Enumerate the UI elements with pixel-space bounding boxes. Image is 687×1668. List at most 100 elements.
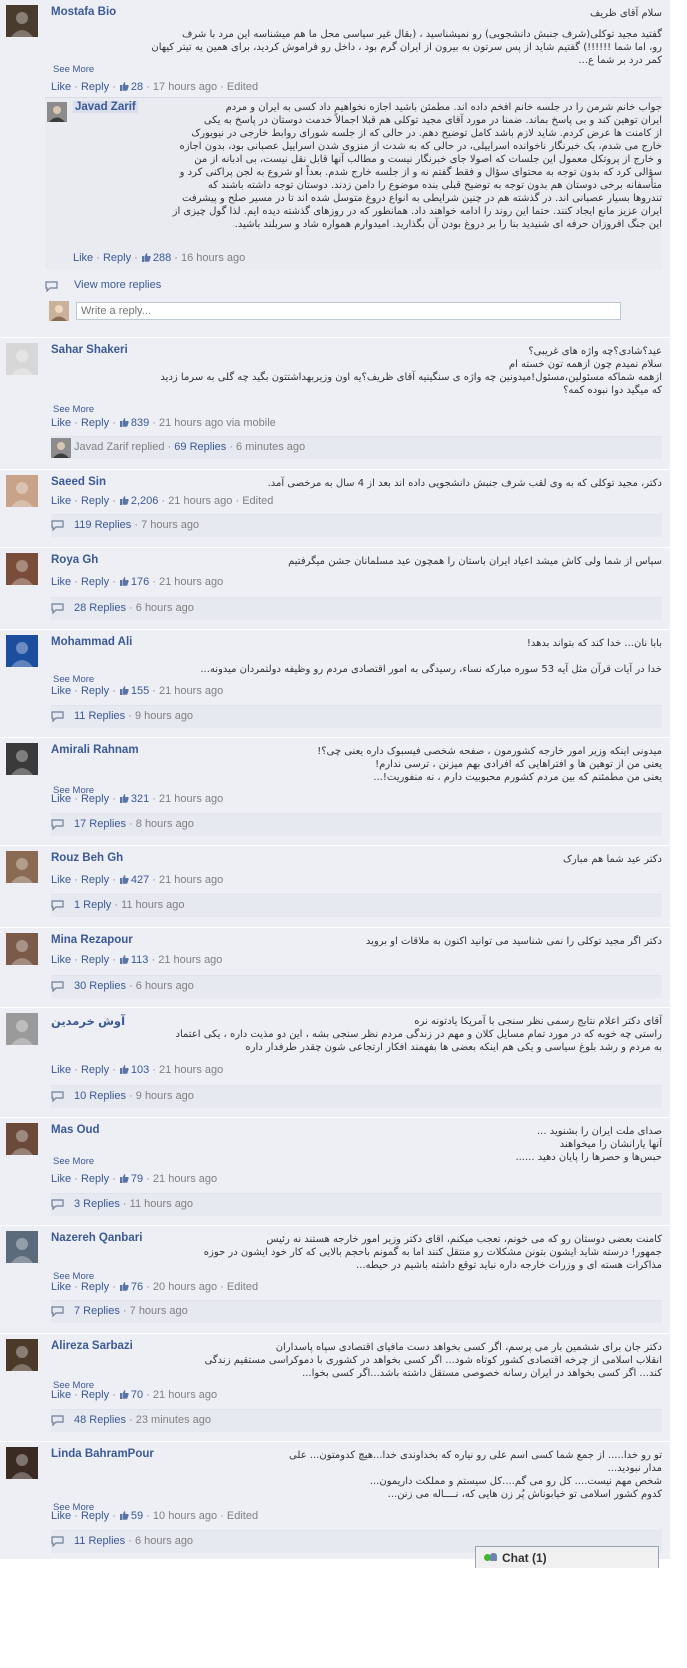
edited-label[interactable]: Edited bbox=[227, 1281, 258, 1293]
replies-count-link[interactable]: 1 Reply bbox=[74, 899, 111, 911]
like-link[interactable]: Like bbox=[51, 685, 71, 697]
like-count[interactable]: 176 bbox=[131, 576, 149, 588]
reply-link[interactable]: Reply bbox=[103, 252, 131, 264]
like-count[interactable]: 2,206 bbox=[131, 495, 159, 507]
commenter-name[interactable]: Roya Gh bbox=[51, 554, 98, 566]
reply-link[interactable]: Reply bbox=[81, 685, 109, 697]
commenter-name[interactable]: آوش خرمدین bbox=[51, 1014, 125, 1028]
avatar[interactable] bbox=[6, 1447, 38, 1479]
avatar[interactable] bbox=[6, 1013, 38, 1045]
reply-link[interactable]: Reply bbox=[81, 1510, 109, 1522]
comment-time[interactable]: 21 hours ago bbox=[153, 1389, 217, 1401]
like-link[interactable]: Like bbox=[51, 1064, 71, 1076]
reply-link[interactable]: Reply bbox=[81, 1173, 109, 1185]
avatar[interactable] bbox=[6, 1339, 38, 1371]
view-more-replies-link[interactable]: View more replies bbox=[74, 279, 161, 291]
reply-link[interactable]: Reply bbox=[81, 874, 109, 886]
reply-input[interactable] bbox=[76, 302, 621, 320]
replied-by[interactable]: Javad Zarif replied bbox=[74, 441, 165, 453]
view-more-replies[interactable]: View more replies bbox=[45, 276, 662, 298]
like-link[interactable]: Like bbox=[51, 1173, 71, 1185]
replies-count-link[interactable]: 17 Replies bbox=[74, 818, 126, 830]
like-link[interactable]: Like bbox=[51, 954, 71, 966]
avatar[interactable] bbox=[6, 933, 38, 965]
like-link[interactable]: Like bbox=[51, 1281, 71, 1293]
avatar[interactable] bbox=[6, 1231, 38, 1263]
replies-row[interactable]: 10 Replies · 9 hours ago bbox=[51, 1085, 662, 1108]
avatar[interactable] bbox=[6, 851, 38, 883]
reply-link[interactable]: Reply bbox=[81, 1281, 109, 1293]
see-more-link[interactable]: See More bbox=[53, 1156, 94, 1167]
replies-count-link[interactable]: 11 Replies bbox=[74, 710, 125, 722]
reply-link[interactable]: Reply bbox=[81, 81, 109, 93]
like-link[interactable]: Like bbox=[51, 495, 71, 507]
see-more-link[interactable]: See More bbox=[53, 674, 94, 685]
replies-count-link[interactable]: 3 Replies bbox=[74, 1198, 120, 1210]
replies-count-link[interactable]: 48 Replies bbox=[74, 1414, 126, 1426]
edited-label[interactable]: Edited bbox=[227, 81, 258, 93]
like-link[interactable]: Like bbox=[51, 417, 71, 429]
like-count[interactable]: 155 bbox=[131, 685, 149, 697]
avatar[interactable] bbox=[6, 1123, 38, 1155]
replies-row[interactable]: Javad Zarif replied · 69 Replies · 6 min… bbox=[51, 436, 662, 459]
commenter-name[interactable]: Linda BahramPour bbox=[51, 1448, 154, 1460]
comment-time[interactable]: 21 hours ago bbox=[159, 576, 223, 588]
replies-count-link[interactable]: 7 Replies bbox=[74, 1305, 120, 1317]
avatar[interactable] bbox=[6, 553, 38, 585]
like-link[interactable]: Like bbox=[73, 252, 93, 264]
like-link[interactable]: Like bbox=[51, 576, 71, 588]
replies-row[interactable]: 7 Replies · 7 hours ago bbox=[51, 1300, 662, 1323]
comment-time[interactable]: 21 hours ago bbox=[159, 1064, 223, 1076]
commenter-name[interactable]: Rouz Beh Gh bbox=[51, 852, 123, 864]
commenter-name[interactable]: Amirali Rahnam bbox=[51, 744, 139, 756]
avatar[interactable] bbox=[6, 343, 38, 375]
commenter-name[interactable]: Mostafa Bio bbox=[51, 6, 116, 18]
like-link[interactable]: Like bbox=[51, 874, 71, 886]
like-count[interactable]: 839 bbox=[131, 417, 149, 429]
commenter-name[interactable]: Alireza Sarbazi bbox=[51, 1340, 133, 1352]
like-link[interactable]: Like bbox=[51, 1510, 71, 1522]
commenter-name[interactable]: Nazereh Qanbari bbox=[51, 1232, 142, 1244]
replies-count-link[interactable]: 10 Replies bbox=[74, 1090, 126, 1102]
replies-row[interactable]: 30 Replies · 6 hours ago bbox=[51, 975, 662, 998]
reply-link[interactable]: Reply bbox=[81, 417, 109, 429]
comment-time[interactable]: 16 hours ago bbox=[181, 252, 245, 264]
commenter-name[interactable]: Mas Oud bbox=[51, 1124, 100, 1136]
avatar[interactable] bbox=[6, 5, 38, 37]
see-more-link[interactable]: See More bbox=[53, 64, 94, 75]
replies-row[interactable]: 48 Replies · 23 minutes ago bbox=[51, 1409, 662, 1432]
replies-row[interactable]: 11 Replies · 9 hours ago bbox=[51, 705, 662, 728]
replies-count-link[interactable]: 28 Replies bbox=[74, 602, 126, 614]
comment-time[interactable]: 17 hours ago bbox=[153, 81, 217, 93]
like-count[interactable]: 321 bbox=[131, 793, 149, 805]
replies-row[interactable]: 28 Replies · 6 hours ago bbox=[51, 597, 662, 620]
like-count[interactable]: 79 bbox=[131, 1173, 143, 1185]
reply-link[interactable]: Reply bbox=[81, 793, 109, 805]
replies-count-link[interactable]: 11 Replies bbox=[74, 1535, 125, 1547]
commenter-name[interactable]: Saeed Sin bbox=[51, 476, 106, 488]
edited-label[interactable]: Edited bbox=[242, 495, 273, 507]
like-count[interactable]: 288 bbox=[153, 252, 171, 264]
comment-time[interactable]: 20 hours ago bbox=[153, 1281, 217, 1293]
like-link[interactable]: Like bbox=[51, 81, 71, 93]
commenter-name[interactable]: Mina Rezapour bbox=[51, 934, 133, 946]
like-count[interactable]: 113 bbox=[131, 954, 149, 966]
like-count[interactable]: 427 bbox=[131, 874, 149, 886]
replies-row[interactable]: 119 Replies · 7 hours ago bbox=[51, 514, 662, 537]
comment-time[interactable]: 21 hours ago bbox=[158, 954, 222, 966]
like-link[interactable]: Like bbox=[51, 793, 71, 805]
avatar[interactable] bbox=[6, 743, 38, 775]
like-count[interactable]: 76 bbox=[131, 1281, 143, 1293]
comment-time[interactable]: 21 hours ago bbox=[168, 495, 232, 507]
replies-count-link[interactable]: 119 Replies bbox=[74, 519, 131, 531]
replies-count-link[interactable]: 30 Replies bbox=[74, 980, 126, 992]
reply-link[interactable]: Reply bbox=[81, 954, 109, 966]
comment-time[interactable]: 21 hours ago bbox=[159, 417, 223, 429]
comment-time[interactable]: 21 hours ago bbox=[159, 685, 223, 697]
reply-link[interactable]: Reply bbox=[81, 1389, 109, 1401]
commenter-name[interactable]: Mohammad Ali bbox=[51, 636, 132, 648]
like-count[interactable]: 28 bbox=[131, 81, 143, 93]
see-more-link[interactable]: See More bbox=[53, 404, 94, 415]
replies-row[interactable]: 17 Replies · 8 hours ago bbox=[51, 813, 662, 836]
replies-count-link[interactable]: 69 Replies bbox=[174, 441, 226, 453]
